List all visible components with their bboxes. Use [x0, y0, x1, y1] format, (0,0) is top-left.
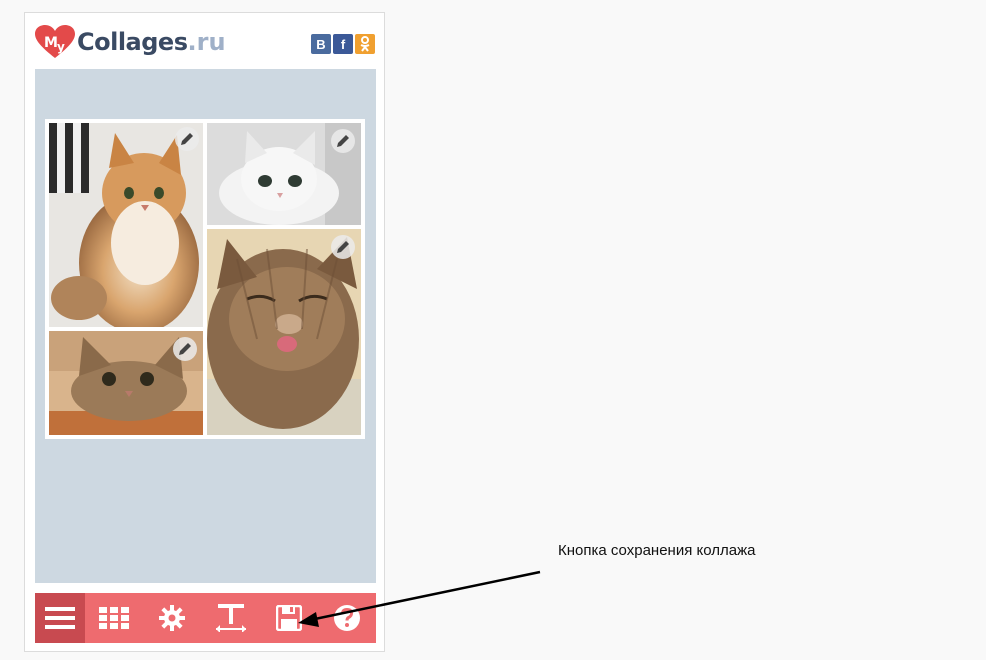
- collage-canvas[interactable]: [35, 69, 376, 583]
- svg-text:M: M: [44, 35, 58, 51]
- logo-text: Collages: [77, 28, 188, 56]
- edit-pencil-icon[interactable]: [173, 337, 197, 361]
- collage-photo-2[interactable]: [207, 123, 361, 225]
- vk-icon[interactable]: В: [311, 34, 331, 54]
- social-buttons: В f: [311, 34, 375, 54]
- logo-domain-suffix: .ru: [187, 28, 226, 56]
- save-collage-button[interactable]: [260, 593, 318, 643]
- gear-icon: [159, 605, 186, 631]
- collage-app-frame: M y Collages .ru В f: [24, 12, 385, 652]
- text-button[interactable]: [201, 593, 259, 643]
- save-floppy-icon: [275, 605, 302, 631]
- app-header: M y Collages .ru В f: [25, 13, 384, 69]
- logo-heart-icon: M y: [35, 25, 75, 59]
- svg-text:y: y: [57, 40, 65, 54]
- site-logo[interactable]: M y Collages .ru: [35, 25, 226, 59]
- hamburger-menu-button[interactable]: [35, 593, 85, 643]
- layout-grid-button[interactable]: [85, 593, 143, 643]
- settings-button[interactable]: [143, 593, 201, 643]
- help-button[interactable]: [318, 593, 376, 643]
- edit-pencil-icon[interactable]: [175, 127, 199, 151]
- hamburger-menu-icon: [45, 607, 75, 629]
- facebook-icon[interactable]: f: [333, 34, 353, 54]
- annotation-label: Кнопка сохранения коллажа: [558, 542, 756, 559]
- collage-photo-1[interactable]: [49, 123, 203, 327]
- odnoklassniki-icon[interactable]: [355, 34, 375, 54]
- text-icon: [215, 604, 246, 632]
- grid-layout-icon: [99, 607, 130, 629]
- edit-pencil-icon[interactable]: [331, 235, 355, 259]
- collage-photo-4[interactable]: [49, 331, 203, 435]
- collage-grid: [45, 119, 365, 439]
- bottom-toolbar: [35, 593, 376, 643]
- collage-photo-3[interactable]: [207, 229, 361, 435]
- edit-pencil-icon[interactable]: [331, 129, 355, 153]
- help-icon: [333, 605, 360, 631]
